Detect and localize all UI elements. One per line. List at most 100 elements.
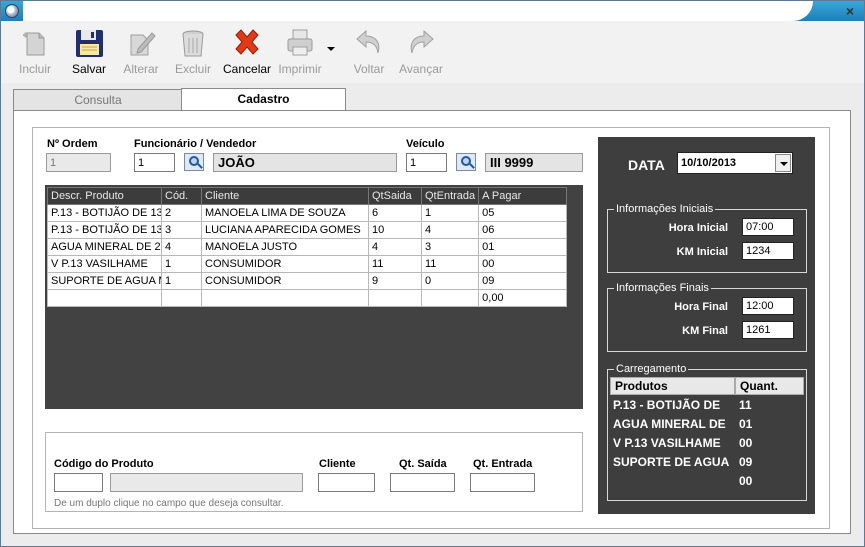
veiculo-plate-field[interactable]: III 9999 bbox=[485, 153, 583, 172]
funcionario-name-field[interactable]: JOÃO bbox=[213, 153, 397, 172]
load-col-quant[interactable]: Quant. bbox=[735, 377, 804, 395]
excluir-button[interactable]: Excluir bbox=[173, 27, 213, 76]
cell-a-pagar[interactable]: 05 bbox=[478, 204, 568, 222]
col-qtentrada[interactable]: QtEntrada bbox=[420, 187, 480, 205]
hora-inicial-label: Hora Inicial bbox=[668, 222, 728, 234]
cell-descr[interactable] bbox=[47, 289, 162, 307]
cell-qtentrada[interactable] bbox=[420, 289, 480, 307]
cell-qtsaida[interactable]: 6 bbox=[368, 204, 422, 222]
codigo-produto-label: Código do Produto bbox=[54, 458, 154, 470]
informacoes-iniciais-title: Informações Iniciais bbox=[614, 203, 716, 215]
load-product-cell: SUPORTE DE AGUA bbox=[613, 455, 730, 469]
km-inicial-label: KM Inicial bbox=[676, 246, 728, 258]
hint-text: De um duplo clique no campo que deseja c… bbox=[54, 498, 284, 509]
title-bar-strip bbox=[23, 1, 813, 21]
km-final-field[interactable]: 1261 bbox=[742, 321, 794, 339]
load-quant-cell: 09 bbox=[739, 455, 753, 469]
cell-qtsaida[interactable]: 9 bbox=[368, 272, 422, 290]
cell-qtsaida[interactable]: 10 bbox=[368, 221, 422, 239]
cell-cod[interactable]: 4 bbox=[161, 238, 202, 256]
cell-total-a-pagar[interactable]: 0,00 bbox=[478, 289, 568, 307]
cell-qtentrada[interactable]: 0 bbox=[420, 272, 480, 290]
col-qtsaida[interactable]: QtSaida bbox=[368, 187, 422, 205]
cell-qtsaida[interactable]: 4 bbox=[368, 238, 422, 256]
date-picker[interactable]: 10/10/2013 bbox=[677, 152, 793, 174]
date-value: 10/10/2013 bbox=[681, 157, 737, 169]
incluir-button[interactable]: Incluir bbox=[15, 27, 55, 76]
load-product-cell: AGUA MINERAL DE bbox=[613, 417, 726, 431]
cell-cod[interactable]: 2 bbox=[161, 204, 202, 222]
cell-qtentrada[interactable]: 3 bbox=[420, 238, 480, 256]
cell-cliente[interactable]: LUCIANA APARECIDA GOMES bbox=[201, 221, 369, 239]
red-x-icon bbox=[232, 27, 262, 59]
load-col-produtos[interactable]: Produtos bbox=[610, 377, 735, 395]
imprimir-button[interactable]: Imprimir bbox=[276, 27, 324, 76]
table-row[interactable]: SUPORTE DE AGUA M 1 CONSUMIDOR 9 0 09 bbox=[47, 272, 568, 290]
km-inicial-field[interactable]: 1234 bbox=[742, 242, 794, 260]
funcionario-label: Funcionário / Vendedor bbox=[134, 138, 257, 150]
cell-cliente[interactable]: MANOELA LIMA DE SOUZA bbox=[201, 204, 369, 222]
cell-cod[interactable] bbox=[161, 289, 202, 307]
ordem-field[interactable]: 1 bbox=[46, 153, 111, 172]
cell-cod[interactable]: 1 bbox=[161, 255, 202, 273]
cell-qtentrada[interactable]: 11 bbox=[420, 255, 480, 273]
title-bar: × bbox=[1, 1, 864, 21]
avancar-label: Avançar bbox=[399, 62, 443, 76]
cell-a-pagar[interactable]: 06 bbox=[478, 221, 568, 239]
system-menu-icon[interactable] bbox=[5, 4, 19, 18]
funcionario-code-field[interactable]: 1 bbox=[134, 153, 175, 172]
table-row[interactable]: V P.13 VASILHAME 1 CONSUMIDOR 11 11 00 bbox=[47, 255, 568, 273]
table-row[interactable]: P.13 - BOTIJÃO DE 13 3 LUCIANA APARECIDA… bbox=[47, 221, 568, 239]
cell-cod[interactable]: 3 bbox=[161, 221, 202, 239]
cell-descr[interactable]: P.13 - BOTIJÃO DE 13 bbox=[47, 221, 162, 239]
cell-descr[interactable]: SUPORTE DE AGUA M bbox=[47, 272, 162, 290]
cell-cliente[interactable]: CONSUMIDOR bbox=[201, 272, 369, 290]
cell-descr[interactable]: P.13 - BOTIJÃO DE 13 bbox=[47, 204, 162, 222]
cell-a-pagar[interactable]: 09 bbox=[478, 272, 568, 290]
produto-descricao-field[interactable] bbox=[110, 473, 303, 492]
voltar-button[interactable]: Voltar bbox=[349, 27, 389, 76]
table-row[interactable]: P.13 - BOTIJÃO DE 13 2 MANOELA LIMA DE S… bbox=[47, 204, 568, 222]
col-a-pagar[interactable]: A Pagar bbox=[478, 187, 568, 205]
col-cod[interactable]: Cód. bbox=[161, 187, 202, 205]
hora-inicial-field[interactable]: 07:00 bbox=[742, 218, 794, 236]
qt-saida-field[interactable] bbox=[390, 473, 455, 492]
col-descr-produto[interactable]: Descr. Produto bbox=[47, 187, 162, 205]
tab-cadastro[interactable]: Cadastro bbox=[181, 88, 346, 112]
cell-descr[interactable]: V P.13 VASILHAME bbox=[47, 255, 162, 273]
cell-qtentrada[interactable]: 4 bbox=[420, 221, 480, 239]
alterar-button[interactable]: Alterar bbox=[121, 27, 161, 76]
cell-a-pagar[interactable]: 00 bbox=[478, 255, 568, 273]
hora-final-field[interactable]: 12:00 bbox=[742, 297, 794, 315]
codigo-produto-field[interactable] bbox=[54, 473, 103, 492]
table-row[interactable]: AGUA MINERAL DE 20 4 MANOELA JUSTO 4 3 0… bbox=[47, 238, 568, 256]
cell-qtentrada[interactable]: 1 bbox=[420, 204, 480, 222]
cell-qtsaida[interactable]: 11 bbox=[368, 255, 422, 273]
close-button[interactable]: × bbox=[842, 4, 858, 18]
cell-descr[interactable]: AGUA MINERAL DE 20 bbox=[47, 238, 162, 256]
load-quant-cell: 11 bbox=[739, 398, 752, 412]
veiculo-code-field[interactable]: 1 bbox=[406, 153, 447, 172]
cell-cliente[interactable]: MANOELA JUSTO bbox=[201, 238, 369, 256]
items-grid[interactable]: Descr. Produto Cód. Cliente QtSaida QtEn… bbox=[45, 185, 583, 409]
funcionario-lookup-button[interactable] bbox=[184, 153, 204, 171]
total-row[interactable]: 0,00 bbox=[47, 289, 568, 307]
cell-a-pagar[interactable]: 01 bbox=[478, 238, 568, 256]
cliente-field[interactable] bbox=[318, 473, 375, 492]
qt-entrada-field[interactable] bbox=[470, 473, 535, 492]
chevron-down-icon[interactable] bbox=[775, 154, 791, 172]
tab-consulta[interactable]: Consulta bbox=[13, 89, 183, 111]
cancelar-button[interactable]: Cancelar bbox=[223, 27, 271, 76]
veiculo-lookup-button[interactable] bbox=[456, 153, 476, 171]
load-product-cell: V P.13 VASILHAME bbox=[613, 436, 721, 450]
load-quant-cell: 00 bbox=[739, 436, 753, 450]
imprimir-dropdown-arrow-icon[interactable] bbox=[327, 47, 335, 51]
ordem-label: Nº Ordem bbox=[47, 138, 98, 150]
cell-qtsaida[interactable] bbox=[368, 289, 422, 307]
salvar-button[interactable]: Salvar bbox=[69, 27, 109, 76]
cell-cliente[interactable]: CONSUMIDOR bbox=[201, 255, 369, 273]
cell-cod[interactable]: 1 bbox=[161, 272, 202, 290]
col-cliente[interactable]: Cliente bbox=[201, 187, 369, 205]
cell-cliente[interactable] bbox=[201, 289, 369, 307]
avancar-button[interactable]: Avançar bbox=[398, 27, 444, 76]
